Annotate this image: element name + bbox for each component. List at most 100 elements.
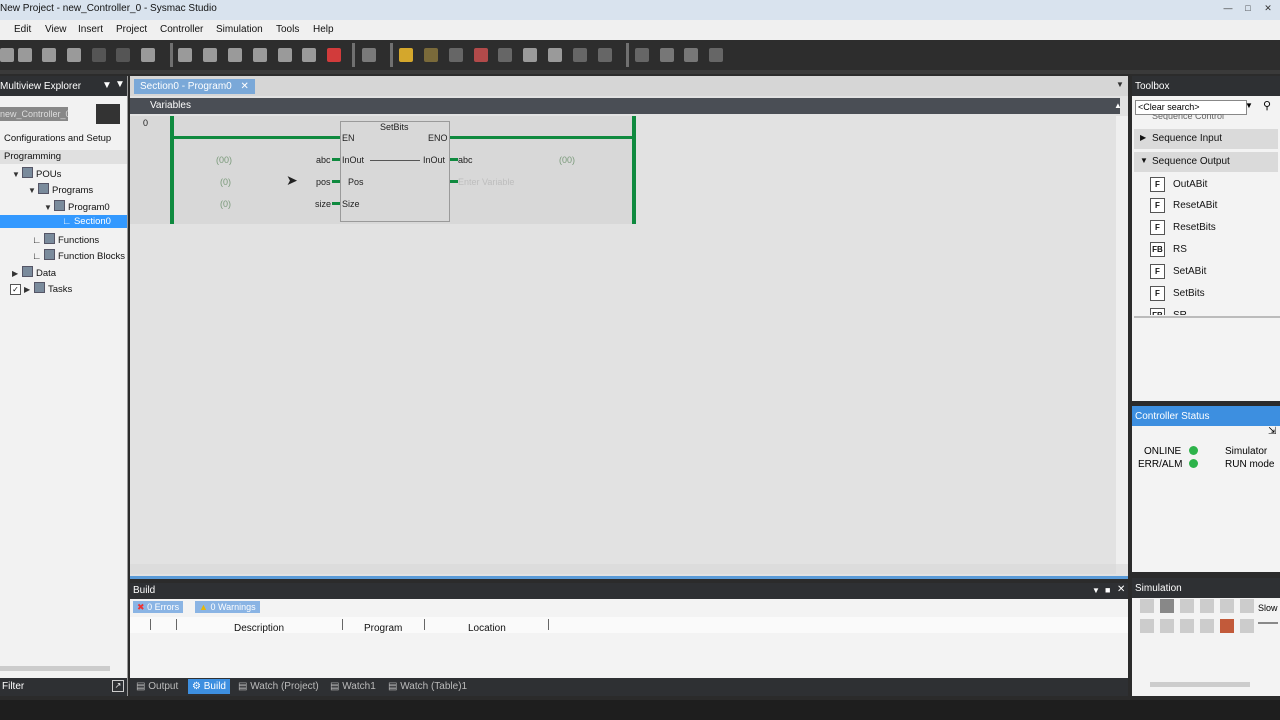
col-divider[interactable] bbox=[548, 619, 549, 630]
section-sequence-input[interactable]: ▶ Sequence Input bbox=[1134, 129, 1278, 149]
toolbox-item-rs[interactable]: FB RS bbox=[1150, 242, 1187, 257]
close-icon[interactable]: ✕ bbox=[1260, 2, 1276, 14]
expand-icon[interactable]: ⇲ bbox=[1268, 426, 1276, 437]
horizontal-scrollbar[interactable] bbox=[1150, 682, 1250, 687]
menu-help[interactable]: Help bbox=[313, 24, 334, 35]
menu-controller[interactable]: Controller bbox=[160, 24, 203, 35]
play-icon[interactable] bbox=[1140, 599, 1154, 613]
menu-project[interactable]: Project bbox=[116, 24, 147, 35]
rebuild-icon[interactable] bbox=[228, 48, 242, 62]
fit-icon[interactable] bbox=[635, 48, 649, 62]
search-icon[interactable]: ⚲ bbox=[1263, 99, 1271, 112]
step-over-icon[interactable] bbox=[1220, 599, 1234, 613]
vertical-scrollbar[interactable] bbox=[1116, 116, 1128, 564]
network-icon[interactable] bbox=[278, 48, 292, 62]
col-divider[interactable] bbox=[176, 619, 177, 630]
tree-item-programming[interactable]: Programming bbox=[4, 151, 61, 162]
close-tab-icon[interactable]: ✕ bbox=[241, 81, 249, 92]
splitter-bar[interactable] bbox=[130, 576, 1128, 579]
column-description[interactable]: Description bbox=[234, 623, 284, 634]
filter-label[interactable]: Filter bbox=[2, 681, 24, 692]
tree-item-pous[interactable]: ▼ POUs bbox=[12, 167, 61, 180]
chevron-down-icon[interactable]: ▼ bbox=[1245, 101, 1253, 110]
layout-icon[interactable] bbox=[573, 48, 587, 62]
menu-view[interactable]: View bbox=[45, 24, 67, 35]
toolbox-item-resetabit[interactable]: F ResetABit bbox=[1150, 198, 1217, 213]
redo-icon[interactable] bbox=[116, 48, 130, 62]
menu-edit[interactable]: Edit bbox=[14, 24, 31, 35]
col-divider[interactable] bbox=[150, 619, 151, 630]
jump-icon[interactable] bbox=[1180, 619, 1194, 633]
tree-item-section0[interactable]: ∟ Section0 bbox=[62, 216, 111, 227]
delete-icon[interactable] bbox=[67, 48, 81, 62]
minimize-icon[interactable]: — bbox=[1220, 2, 1236, 14]
controller-select[interactable]: new_Controller_0 bbox=[0, 107, 68, 121]
grid-icon[interactable] bbox=[523, 48, 537, 62]
menu-insert[interactable]: Insert bbox=[78, 24, 103, 35]
toolbox-item-setabit[interactable]: F SetABit bbox=[1150, 264, 1206, 279]
record-icon[interactable] bbox=[1220, 619, 1234, 633]
toolbox-item-outabit[interactable]: F OutABit bbox=[1150, 177, 1207, 192]
binoculars-icon[interactable] bbox=[302, 48, 316, 62]
chevron-down-icon[interactable]: ▼ bbox=[1116, 80, 1124, 89]
menu-simulation[interactable]: Simulation bbox=[216, 24, 263, 35]
monitor-icon[interactable] bbox=[424, 48, 438, 62]
build-icon[interactable] bbox=[203, 48, 217, 62]
tab-section0[interactable]: Section0 - Program0 ✕ bbox=[134, 79, 255, 94]
pin-icon[interactable]: ▼ bbox=[115, 79, 125, 90]
menu-tools[interactable]: Tools bbox=[276, 24, 299, 35]
debug-icon[interactable] bbox=[474, 48, 488, 62]
step-out-icon[interactable] bbox=[1240, 599, 1254, 613]
variables-bar[interactable]: Variables ▲ bbox=[130, 98, 1122, 114]
refresh-icon[interactable] bbox=[548, 48, 562, 62]
tree-item-function-blocks[interactable]: ∟ Function Blocks bbox=[32, 249, 125, 262]
zoom-fit-icon[interactable] bbox=[709, 48, 723, 62]
settings-icon[interactable] bbox=[1240, 619, 1254, 633]
var-inout[interactable]: abc bbox=[316, 155, 331, 165]
undo-icon[interactable] bbox=[92, 48, 106, 62]
zoom-in-icon[interactable] bbox=[660, 48, 674, 62]
ladder-canvas[interactable]: 0 SetBits EN ENO InOut InOut Pos Size ab… bbox=[130, 116, 1120, 566]
copy-icon[interactable] bbox=[18, 48, 32, 62]
tree-item-tasks[interactable]: ✓ ▶ Tasks bbox=[10, 282, 72, 295]
tab-build[interactable]: ⚙ Build bbox=[188, 679, 230, 694]
warning-icon[interactable] bbox=[399, 48, 413, 62]
save-icon[interactable] bbox=[141, 48, 155, 62]
filter-toggle-icon[interactable]: ↗ bbox=[112, 680, 124, 692]
run-icon[interactable] bbox=[1140, 619, 1154, 633]
tab-output[interactable]: ▤ Output bbox=[136, 681, 178, 692]
tree-item-config[interactable]: Configurations and Setup bbox=[4, 133, 111, 144]
warnings-filter-button[interactable]: ▲ 0 Warnings bbox=[195, 601, 260, 613]
speed-slider[interactable] bbox=[1258, 622, 1278, 624]
cut-icon[interactable] bbox=[0, 48, 14, 62]
errors-filter-button[interactable]: ✖ 0 Errors bbox=[133, 601, 184, 613]
fast-icon[interactable] bbox=[1160, 619, 1174, 633]
toolbox-item-resetbits[interactable]: F ResetBits bbox=[1150, 220, 1216, 235]
reset-icon[interactable] bbox=[1200, 619, 1214, 633]
online-icon[interactable] bbox=[362, 48, 376, 62]
close-icon[interactable]: ✕ bbox=[1117, 584, 1125, 595]
enter-variable-field[interactable]: Enter Variable bbox=[458, 177, 514, 187]
tree-item-functions[interactable]: ∟ Functions bbox=[32, 233, 99, 246]
horizontal-scrollbar[interactable] bbox=[130, 564, 1116, 574]
tree-item-data[interactable]: ▶ Data bbox=[12, 266, 56, 279]
toolbox-item-setbits[interactable]: F SetBits bbox=[1150, 286, 1205, 301]
link-icon[interactable] bbox=[449, 48, 463, 62]
var-size[interactable]: size bbox=[315, 199, 331, 209]
chevron-down-icon[interactable]: ▼ bbox=[102, 80, 112, 91]
col-divider[interactable] bbox=[424, 619, 425, 630]
step-icon[interactable] bbox=[498, 48, 512, 62]
col-divider[interactable] bbox=[342, 619, 343, 630]
pause-icon[interactable] bbox=[1160, 599, 1174, 613]
maximize-icon[interactable]: □ bbox=[1240, 2, 1256, 14]
var-pos[interactable]: pos bbox=[316, 177, 331, 187]
chevron-up-icon[interactable]: ▲ bbox=[1114, 101, 1122, 110]
step-in-icon[interactable] bbox=[1200, 599, 1214, 613]
toolbox-item-sr[interactable]: FBSR bbox=[1150, 308, 1187, 315]
tab-watch-table1[interactable]: ▤ Watch (Table)1 bbox=[388, 681, 467, 692]
toolbox-search-input[interactable]: <Clear search> bbox=[1135, 100, 1247, 115]
compare-icon[interactable] bbox=[253, 48, 267, 62]
chevron-down-icon[interactable]: ▼ bbox=[1092, 586, 1100, 595]
var-out[interactable]: abc bbox=[458, 155, 473, 165]
tab-watch-project[interactable]: ▤ Watch (Project) bbox=[238, 681, 319, 692]
